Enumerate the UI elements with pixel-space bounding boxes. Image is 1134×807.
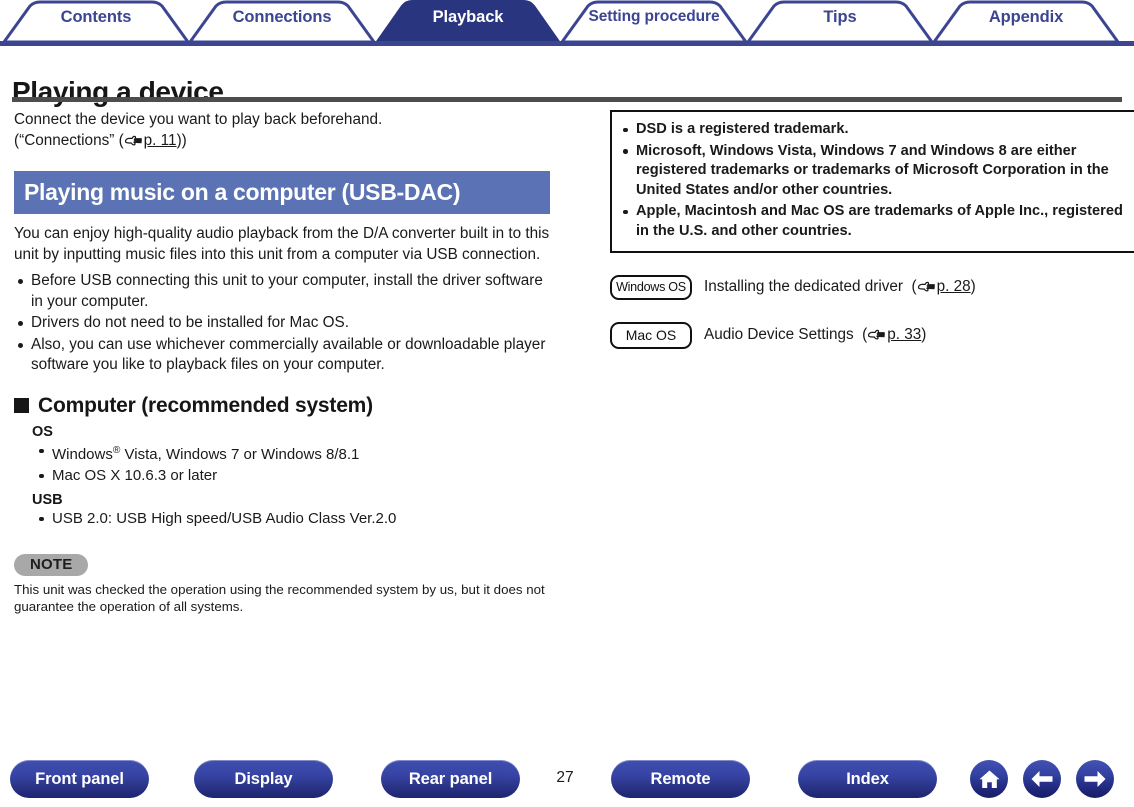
bottom-navigation-bar: Front panel Display Rear panel 27 Remote… bbox=[0, 751, 1134, 807]
home-button[interactable] bbox=[970, 760, 1008, 798]
trademark-list: DSD is a registered trademark. Microsoft… bbox=[620, 120, 1132, 241]
display-button[interactable]: Display bbox=[194, 760, 333, 798]
tab-setting-procedure[interactable]: Setting procedure bbox=[562, 8, 746, 26]
left-column: Connect the device you want to play back… bbox=[14, 110, 550, 616]
trademark-box: DSD is a registered trademark. Microsoft… bbox=[610, 110, 1134, 253]
link-audio-settings-p33[interactable]: p. 33 bbox=[867, 326, 921, 343]
os-link-row-mac[interactable]: Mac OS Audio Device Settings (p. 33) bbox=[610, 322, 1134, 349]
front-panel-button[interactable]: Front panel bbox=[10, 760, 149, 798]
tab-connections[interactable]: Connections bbox=[190, 8, 374, 27]
list-item: Before USB connecting this unit to your … bbox=[14, 271, 550, 312]
list-item: USB 2.0: USB High speed/USB Audio Class … bbox=[32, 509, 550, 529]
list-item: Apple, Macintosh and Mac OS are trademar… bbox=[620, 202, 1132, 241]
right-column: DSD is a registered trademark. Microsoft… bbox=[610, 110, 1134, 349]
next-page-button[interactable] bbox=[1076, 760, 1114, 798]
os-link-row-windows[interactable]: Windows OS Installing the dedicated driv… bbox=[610, 275, 1134, 300]
index-button[interactable]: Index bbox=[798, 760, 937, 798]
os-item-text: Windows bbox=[52, 445, 113, 463]
note-text: This unit was checked the operation usin… bbox=[14, 581, 545, 615]
list-item: Windows® Vista, Windows 7 or Windows 8/8… bbox=[32, 441, 550, 465]
note-block: NOTE This unit was checked the operation… bbox=[14, 553, 550, 616]
intro-line-2-suffix: )) bbox=[176, 131, 187, 149]
section-heading: Playing music on a computer (USB-DAC) bbox=[14, 171, 550, 214]
os-item-text-cont: Vista, Windows 7 or Windows 8/8.1 bbox=[120, 445, 360, 463]
note-badge: NOTE bbox=[14, 553, 89, 576]
tab-tips[interactable]: Tips bbox=[748, 8, 932, 27]
list-item: Drivers do not need to be installed for … bbox=[14, 313, 550, 334]
link-page-label: p. 28 bbox=[936, 277, 971, 295]
link-page-label: p. 11 bbox=[143, 131, 177, 149]
intro-line-2-prefix: (“Connections” ( bbox=[14, 131, 124, 149]
list-item: Also, you can use whichever commercially… bbox=[14, 335, 550, 376]
windows-os-link-text: Installing the dedicated driver (p. 28) bbox=[704, 278, 976, 298]
usb-list: USB 2.0: USB High speed/USB Audio Class … bbox=[32, 509, 550, 529]
intro-line-1: Connect the device you want to play back… bbox=[14, 111, 383, 128]
pointing-hand-icon bbox=[867, 328, 886, 346]
list-item: DSD is a registered trademark. bbox=[620, 120, 1132, 140]
intro-paragraph: Connect the device you want to play back… bbox=[14, 110, 550, 153]
mac-os-link-text: Audio Device Settings (p. 33) bbox=[704, 326, 926, 346]
arrow-right-icon bbox=[1084, 771, 1106, 787]
windows-os-badge: Windows OS bbox=[610, 275, 692, 300]
top-tab-bar: Contents Connections Playback Setting pr… bbox=[0, 0, 1134, 46]
previous-page-button[interactable] bbox=[1023, 760, 1061, 798]
tab-playback[interactable]: Playback bbox=[376, 8, 560, 27]
link-connections-p11[interactable]: p. 11 bbox=[124, 132, 177, 149]
page-number: 27 bbox=[556, 769, 574, 786]
title-divider bbox=[12, 97, 1122, 102]
computer-requirements: OS Windows® Vista, Windows 7 or Windows … bbox=[32, 424, 550, 529]
black-square-bullet-icon bbox=[14, 398, 29, 413]
computer-subheading-label: Computer (recommended system) bbox=[38, 393, 373, 417]
os-list: Windows® Vista, Windows 7 or Windows 8/8… bbox=[32, 441, 550, 486]
page-title: Playing a device bbox=[12, 75, 224, 107]
computer-subheading: Computer (recommended system) bbox=[14, 394, 550, 418]
list-item: Microsoft, Windows Vista, Windows 7 and … bbox=[620, 142, 1132, 201]
link-page-label: p. 33 bbox=[887, 325, 922, 343]
arrow-left-icon bbox=[1031, 771, 1053, 787]
section-paragraph: You can enjoy high-quality audio playbac… bbox=[14, 225, 550, 263]
section-bullet-list: Before USB connecting this unit to your … bbox=[14, 271, 550, 376]
remote-button[interactable]: Remote bbox=[611, 760, 750, 798]
pointing-hand-icon bbox=[124, 133, 143, 154]
link-driver-p28[interactable]: p. 28 bbox=[917, 278, 971, 295]
list-item: Mac OS X 10.6.3 or later bbox=[32, 466, 550, 486]
page-content: Playing a device Connect the device you … bbox=[0, 46, 1134, 751]
windows-os-link-label: Installing the dedicated driver bbox=[704, 277, 903, 295]
usb-label: USB bbox=[32, 491, 63, 508]
mac-os-badge: Mac OS bbox=[610, 322, 692, 349]
rear-panel-button[interactable]: Rear panel bbox=[381, 760, 520, 798]
tab-appendix[interactable]: Appendix bbox=[934, 8, 1118, 27]
mac-os-link-label: Audio Device Settings bbox=[704, 325, 854, 343]
pointing-hand-icon bbox=[917, 280, 936, 298]
tab-contents[interactable]: Contents bbox=[4, 8, 188, 27]
home-icon bbox=[979, 770, 999, 788]
os-label: OS bbox=[32, 423, 53, 440]
